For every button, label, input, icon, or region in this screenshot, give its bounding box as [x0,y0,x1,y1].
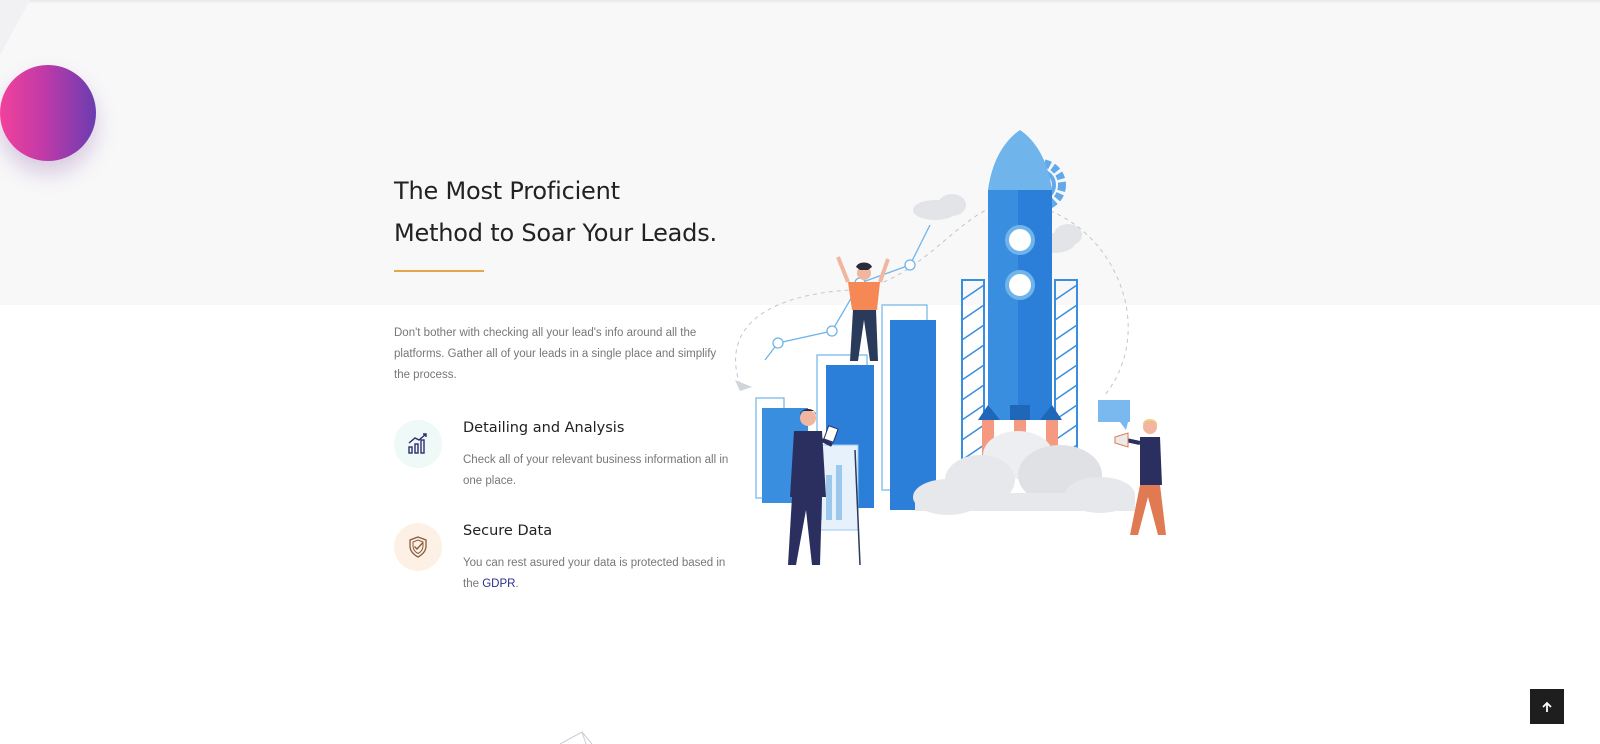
header-shadow [0,0,1600,4]
feature-secure-data: Secure Data You can rest asured your dat… [394,523,734,603]
back-to-top-button[interactable] [1530,689,1564,724]
decorative-gradient-circle [0,65,96,161]
feature-detailing: Detailing and Analysis Check all of your… [394,420,734,500]
feature-title: Secure Data [463,523,553,539]
arrow-up-icon [1542,701,1552,712]
gdpr-link[interactable]: GDPR [482,578,515,590]
rocket-growth-illustration [735,130,1166,566]
title-line-1: The Most Proficient [394,177,620,205]
title-underline [394,270,484,272]
title-line-2: Method to Soar Your Leads. [394,219,717,247]
feature-description: Check all of your relevant business info… [463,454,729,487]
feature-description-end: . [515,578,519,590]
intro-paragraph: Don't bother with checking all your lead… [394,327,717,381]
section-title: The Most Proficient Method to Soar Your … [394,170,774,254]
feature-title: Detailing and Analysis [463,420,625,436]
feature-description: You can rest asured your data is protect… [463,553,733,595]
corner-decoration [0,0,30,55]
partial-illustration-bottom [560,731,593,744]
shield-check-icon [394,523,442,571]
growth-chart-icon [394,420,442,468]
